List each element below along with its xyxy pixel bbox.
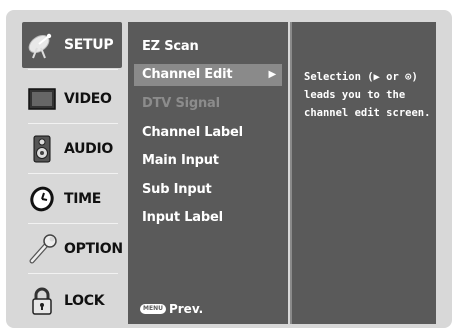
menu-item-ez-scan[interactable]: EZ Scan [134,36,282,58]
sidebar-item-time[interactable]: TIME [22,176,122,222]
menu-item-label: DTV Signal [142,96,220,111]
sidebar-item-audio[interactable]: AUDIO [22,126,122,172]
prev-label: Prev. [168,302,204,316]
sidebar-item-label: TIME [64,191,102,207]
menu-item-channel-label[interactable]: Channel Label [134,122,282,144]
menu-key-icon: MENU [140,304,166,314]
help-panel: Selection (▶ or ⊙) leads you to the chan… [290,22,436,324]
sidebar-item-label: SETUP [64,37,114,53]
padlock-icon [22,284,62,318]
menu-item-main-input[interactable]: Main Input [134,150,282,172]
speaker-icon [22,132,62,166]
sidebar-item-label: LOCK [64,293,105,309]
menu-item-label: Channel Label [142,125,243,140]
divider [28,223,118,224]
sidebar-item-lock[interactable]: LOCK [22,278,122,324]
menu-item-label: Channel Edit [142,67,233,82]
prev-hint[interactable]: MENU Prev. [140,300,203,318]
sidebar-item-label: VIDEO [64,91,112,107]
sidebar-item-label: AUDIO [64,141,114,157]
sidebar-item-video[interactable]: VIDEO [22,76,122,122]
tv-screen-icon [22,82,62,116]
clock-icon [22,182,62,216]
divider [28,173,118,174]
help-text: Selection (▶ or ⊙) leads you to the chan… [304,71,431,119]
menu-item-sub-input[interactable]: Sub Input [134,179,282,201]
wrench-icon [22,232,62,266]
sidebar-item-setup[interactable]: SETUP [22,22,122,68]
menu-item-label: Main Input [142,153,219,168]
menu-item-label: Input Label [142,210,223,225]
category-sidebar: SETUP VIDEO AUDIO TIME OPTION LOCK [22,22,123,324]
menu-item-label: EZ Scan [142,39,199,54]
menu-item-input-label[interactable]: Input Label [134,207,282,229]
menu-item-dtv-signal: DTV Signal [134,93,282,115]
menu-item-label: Sub Input [142,182,212,197]
divider [28,69,118,70]
menu-item-channel-edit[interactable]: Channel Edit ▶ [134,64,282,86]
satellite-dish-icon [22,28,62,62]
divider [28,273,118,274]
sidebar-item-label: OPTION [64,241,123,257]
arrow-right-icon: ▶ [268,69,277,80]
sidebar-item-option[interactable]: OPTION [22,226,123,272]
divider [28,123,118,124]
setup-submenu: EZ Scan Channel Edit ▶ DTV Signal Channe… [128,22,288,324]
